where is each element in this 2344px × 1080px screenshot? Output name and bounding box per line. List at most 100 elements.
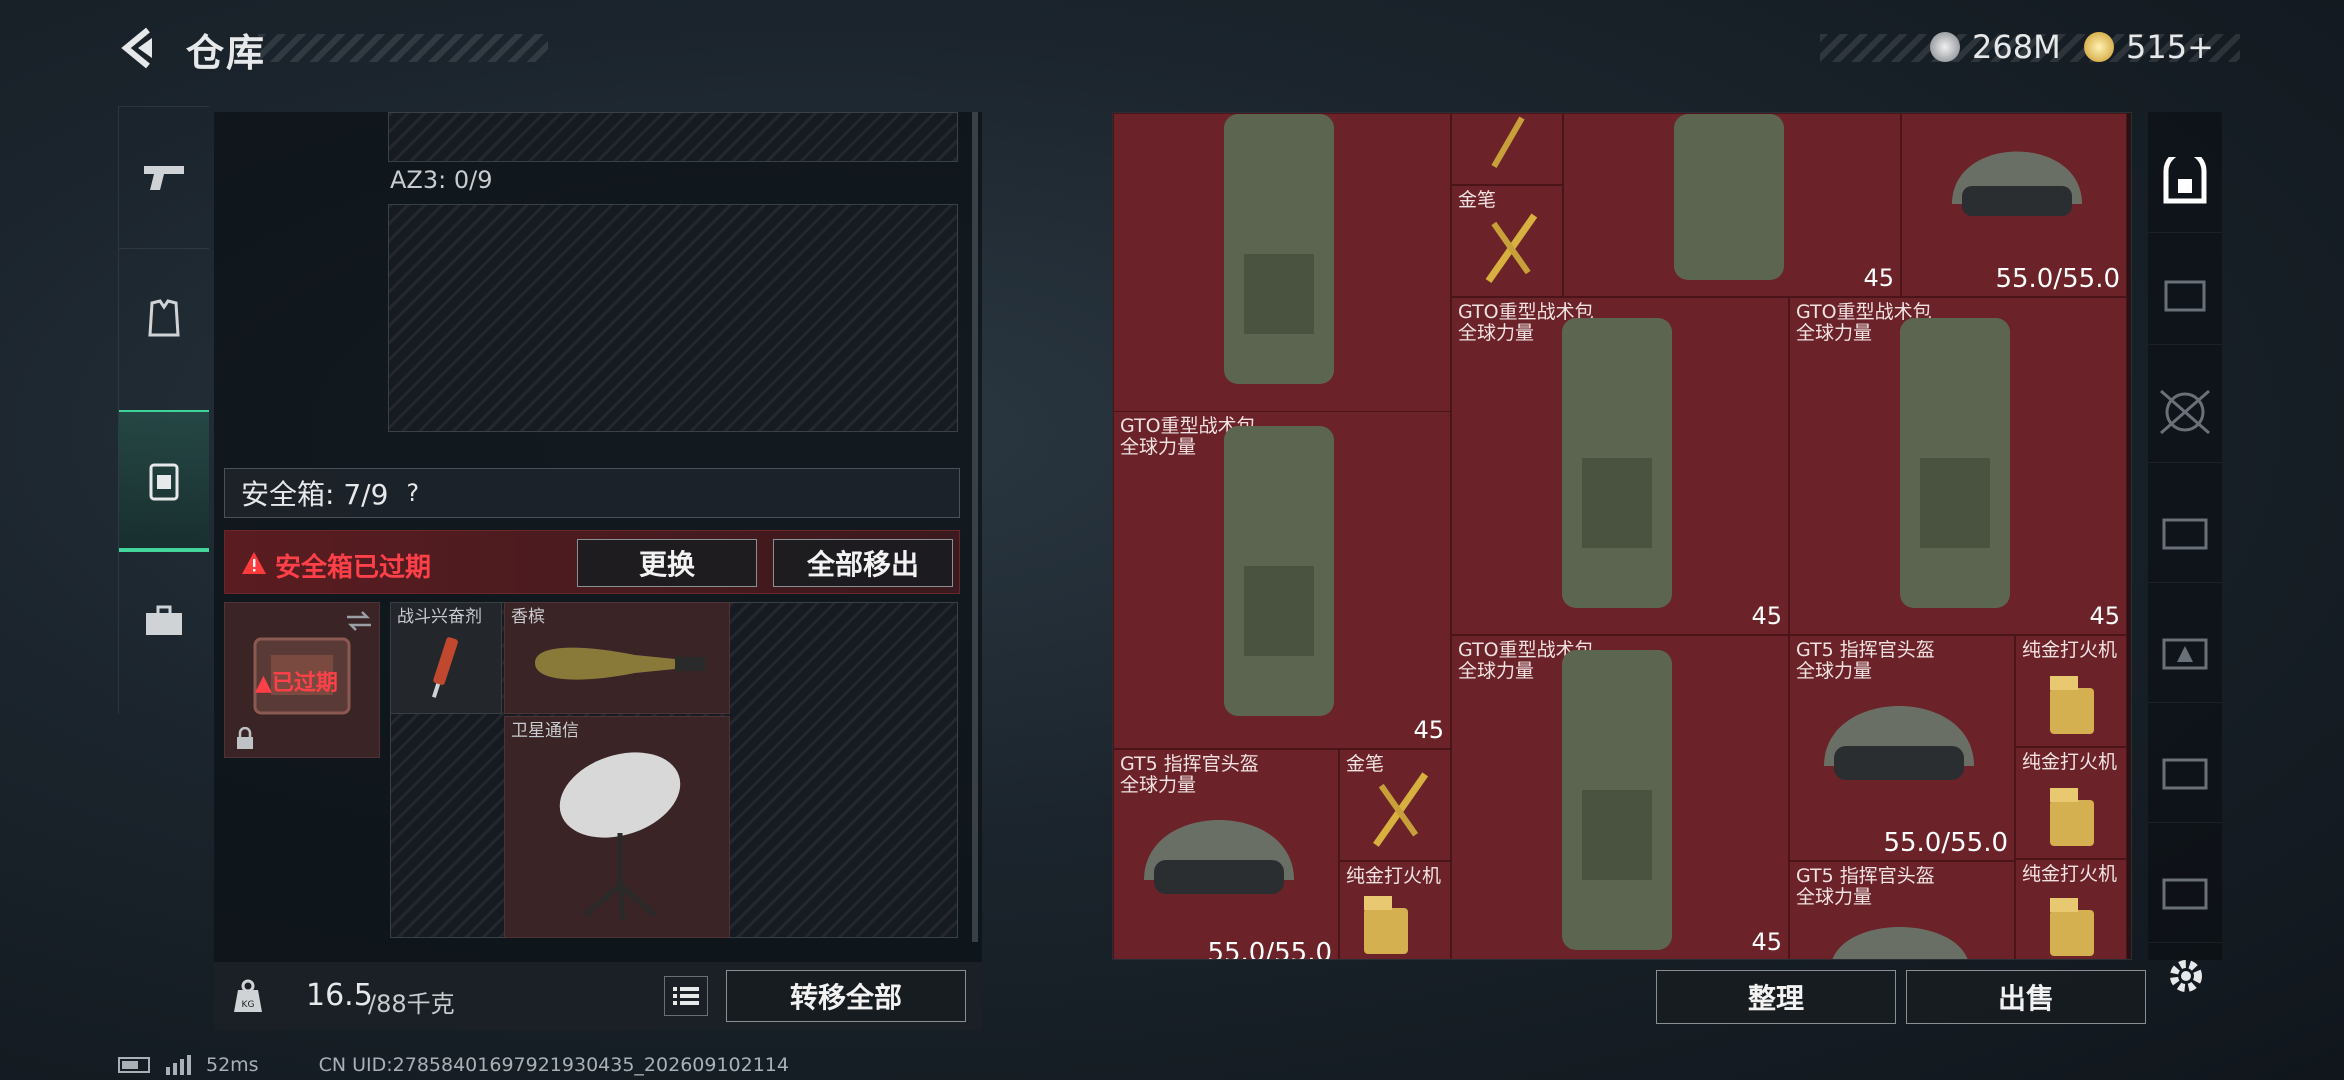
grid-item[interactable]: 纯金打火机	[2015, 747, 2127, 859]
item-count: 45	[1863, 264, 1894, 292]
item-count: 45	[2089, 602, 2120, 630]
inventory-grid: 45 金笔 45 55.0/55.0 GTO重型战术包 全球力量 45 GTO重…	[1112, 112, 2132, 960]
safebox-label: 安全箱: 7/9	[241, 478, 389, 511]
tab-gear[interactable]	[119, 248, 209, 389]
grid-item[interactable]: 55.0/55.0	[1901, 113, 2127, 297]
helmet-icon	[1144, 820, 1294, 894]
settings-gear-icon[interactable]	[2164, 954, 2208, 998]
helmet-icon	[1832, 927, 1968, 959]
tab-filter-4[interactable]	[2148, 602, 2222, 703]
tab-stash[interactable]	[2148, 132, 2222, 233]
backpack-icon	[1562, 650, 1672, 950]
status-bar: 52ms CN UID:27858401697921930435_2026091…	[118, 1054, 789, 1076]
right-filter-tabs	[2148, 112, 2222, 960]
card-icon	[2162, 518, 2208, 550]
tab-container[interactable]	[119, 410, 209, 552]
vest-icon	[148, 299, 180, 337]
item-name: 纯金打火机	[1346, 865, 1442, 887]
left-scrollbar[interactable]	[972, 112, 978, 942]
sell-button[interactable]: 出售	[1906, 970, 2146, 1024]
backpack-icon	[1674, 114, 1784, 280]
grid-item[interactable]: GTO重型战术包 全球力量 45	[1451, 297, 1789, 635]
signal-icon	[166, 1055, 191, 1075]
gold-amount: 515+	[2126, 28, 2214, 66]
safebox-header: 安全箱: 7/9 ?	[224, 468, 960, 518]
expired-badge: ▲已过期	[255, 671, 338, 696]
tab-weapons[interactable]	[119, 106, 209, 247]
item-durability: 55.0/55.0	[1207, 938, 1332, 960]
help-icon[interactable]: ?	[406, 479, 419, 507]
tab-filter-6[interactable]	[2148, 842, 2222, 943]
move-all-out-button[interactable]: 全部移出	[773, 539, 953, 587]
item-champagne[interactable]: 香槟	[504, 602, 730, 714]
gold-lighter-icon	[2050, 788, 2094, 846]
gold-lighter-icon	[2050, 676, 2094, 734]
silver-amount: 268M	[1972, 28, 2061, 66]
grid-item[interactable]: GTO重型战术包 全球力量 45	[1113, 411, 1451, 749]
safebox-slot[interactable]: ▲已过期	[224, 602, 380, 758]
transfer-all-button[interactable]: 转移全部	[726, 970, 966, 1022]
warning-text: 安全箱已过期	[275, 553, 432, 583]
gold-pen-icon	[1373, 772, 1429, 847]
inventory-actions: 整理 出售	[1112, 966, 2146, 1030]
left-category-tabs	[118, 106, 209, 714]
weight-bar: KG 16.5 /88千克 转移全部	[214, 962, 982, 1030]
grid-item[interactable]: 45	[1563, 113, 1901, 297]
expired-warning-bar: 安全箱已过期 更换 全部移出	[224, 530, 960, 594]
swap-icon	[347, 611, 371, 631]
gold-currency[interactable]: 515+	[2084, 24, 2214, 70]
item-label: 战斗兴奋剂	[397, 607, 482, 627]
backpack-icon	[1224, 114, 1334, 384]
backpack-icon	[149, 463, 179, 501]
item-label: 卫星通信	[511, 721, 579, 741]
item-stimulant[interactable]: 战斗兴奋剂	[390, 602, 502, 714]
warning-icon	[242, 552, 266, 574]
weight-max: /88千克	[368, 990, 455, 1018]
gold-lighter-icon	[2050, 898, 2094, 956]
warning-folder-icon	[2162, 638, 2208, 670]
syringe-icon	[431, 637, 458, 698]
grid-item[interactable]: GT5 指挥官头盔 全球力量	[1789, 861, 2015, 959]
back-icon[interactable]	[118, 26, 162, 70]
grid-item[interactable]: 纯金打火机	[2015, 859, 2127, 959]
grid-item[interactable]: 45	[1113, 113, 1451, 451]
grid-item[interactable]: 纯金打火机	[2015, 635, 2127, 747]
grid-item[interactable]: GT5 指挥官头盔 全球力量 55.0/55.0	[1789, 635, 2015, 861]
grid-item[interactable]: 金笔	[1451, 185, 1563, 297]
grid-item[interactable]: GTO重型战术包 全球力量 45	[1789, 297, 2127, 635]
item-name: 纯金打火机	[2022, 639, 2118, 661]
card-icon	[2162, 878, 2208, 910]
sort-button[interactable]: 整理	[1656, 970, 1896, 1024]
item-durability: 55.0/55.0	[1883, 828, 2008, 858]
grid-item[interactable]	[1451, 113, 1563, 185]
backpack-icon	[1562, 318, 1672, 608]
list-view-button[interactable]	[664, 976, 708, 1016]
tab-toolbox[interactable]	[119, 550, 209, 691]
item-name: 纯金打火机	[2022, 751, 2118, 773]
gold-pen-icon	[1491, 116, 1525, 169]
gold-pen-icon	[1485, 213, 1538, 284]
silver-currency: 268M	[1930, 24, 2061, 70]
grid-item[interactable]: 纯金打火机	[1339, 861, 1451, 959]
crosshair-icon	[2160, 389, 2210, 435]
tab-filter-5[interactable]	[2148, 722, 2222, 823]
satellite-dish-icon	[559, 752, 681, 922]
replace-button[interactable]: 更换	[577, 539, 757, 587]
grid-item[interactable]: 金笔	[1339, 749, 1451, 861]
toolbox-icon	[146, 605, 182, 635]
tab-filter-1[interactable]	[2148, 244, 2222, 345]
grid-item[interactable]: GTO重型战术包 全球力量 45	[1451, 635, 1789, 959]
backpack-icon	[1224, 426, 1334, 716]
tab-filter-2[interactable]	[2148, 362, 2222, 463]
tool-card-icon	[2162, 758, 2208, 790]
tab-filter-3[interactable]	[2148, 482, 2222, 583]
grid-item[interactable]: GT5 指挥官头盔 全球力量 55.0/55.0	[1113, 749, 1339, 960]
item-satellite-comm[interactable]: 卫星通信	[504, 716, 730, 938]
gold-lighter-icon	[1364, 896, 1408, 954]
upper-grid	[388, 112, 958, 162]
weight-value: 16.5	[306, 978, 373, 1013]
item-label: 香槟	[511, 607, 545, 627]
backpack-icon	[1900, 318, 2010, 608]
ping-text: 52ms	[206, 1054, 259, 1076]
silver-coin-icon	[1930, 32, 1960, 62]
